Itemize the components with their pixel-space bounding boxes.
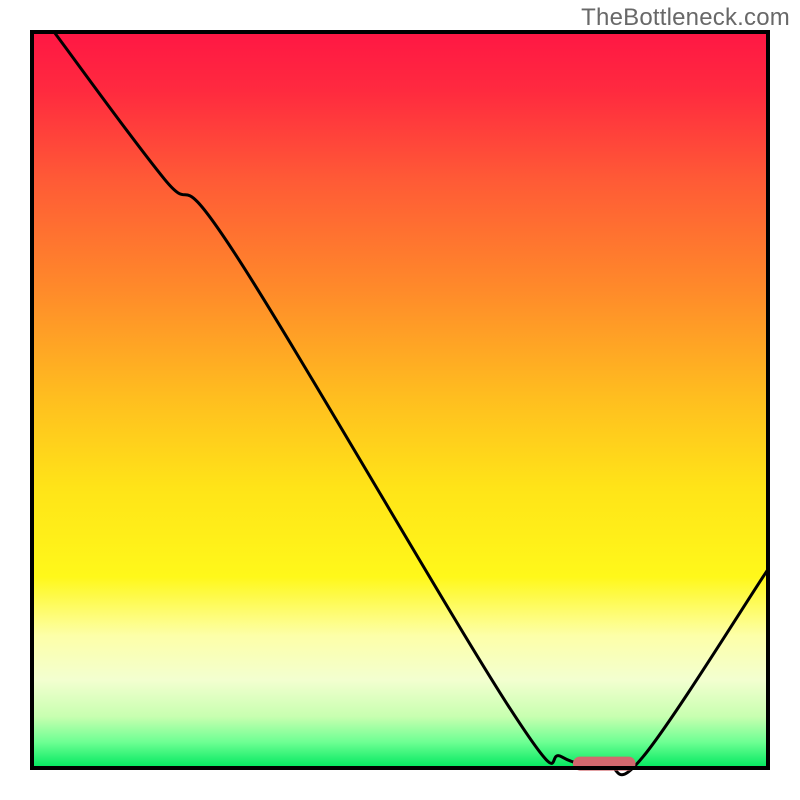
watermark-text: TheBottleneck.com	[581, 4, 790, 32]
chart-container: TheBottleneck.com	[0, 0, 800, 800]
chart-background	[32, 32, 768, 768]
bottleneck-chart	[0, 0, 800, 800]
